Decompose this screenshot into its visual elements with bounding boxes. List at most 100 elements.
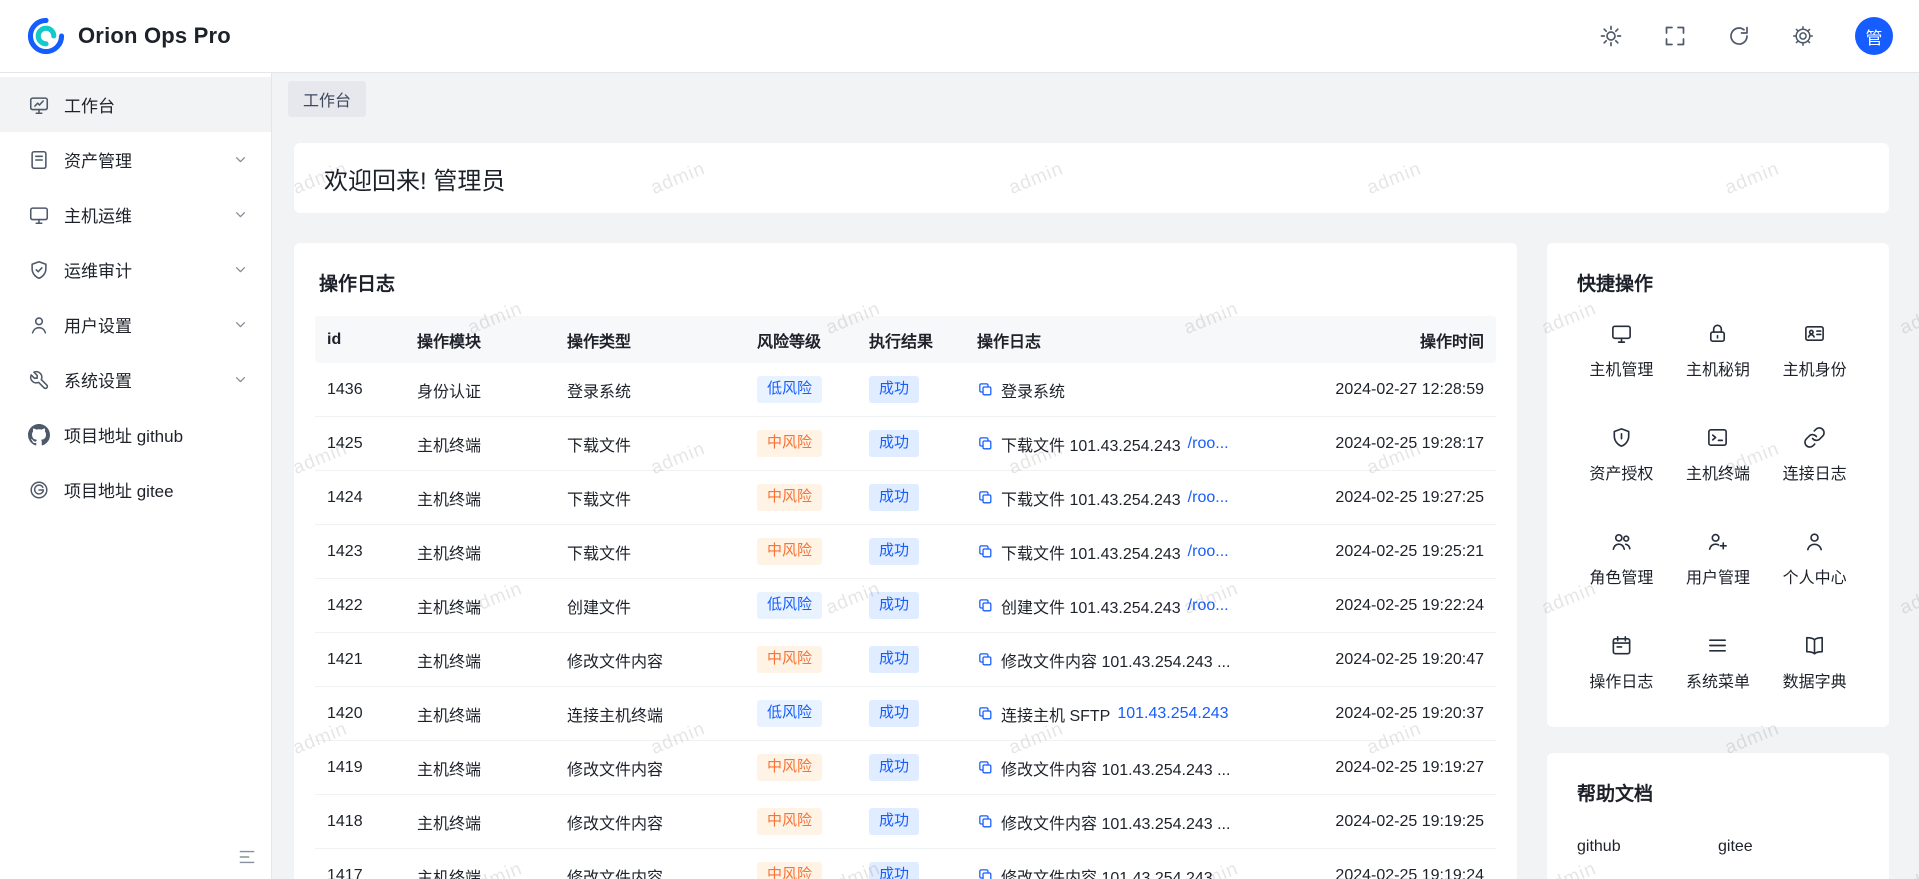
right-column: 快捷操作 主机管理 主机秘钥 bbox=[1547, 243, 1889, 879]
cell-module: 主机终端 bbox=[405, 810, 555, 834]
quick-action-icon bbox=[1706, 322, 1729, 345]
quick-action[interactable]: 操作日志 bbox=[1573, 634, 1670, 692]
log-text: 创建文件 101.43.254.243 bbox=[1001, 594, 1181, 618]
quick-action[interactable]: 主机秘钥 bbox=[1670, 322, 1767, 380]
log-link[interactable]: 101.43.254.243 bbox=[1117, 705, 1228, 723]
cell-log: 修改文件内容 101.43.254.243 ... bbox=[965, 864, 1315, 879]
cell-result: 成功 bbox=[857, 484, 965, 511]
table-row: 1420 主机终端 连接主机终端 低风险 成功 连接主机 SFTP 101.43… bbox=[315, 687, 1496, 741]
log-link[interactable]: /roo... bbox=[1188, 543, 1229, 561]
quick-action-label: 数据字典 bbox=[1783, 668, 1847, 692]
quick-action[interactable]: 连接日志 bbox=[1766, 426, 1863, 484]
cell-type: 下载文件 bbox=[555, 540, 745, 564]
sidebar-item-label: 运维审计 bbox=[64, 257, 218, 282]
sidebar-collapse-icon[interactable] bbox=[237, 847, 257, 867]
copy-icon[interactable] bbox=[977, 651, 994, 668]
log-link[interactable]: /roo... bbox=[1188, 597, 1229, 615]
quick-action[interactable]: 主机终端 bbox=[1670, 426, 1767, 484]
quick-action-label: 主机身份 bbox=[1783, 356, 1847, 380]
app-logo-icon bbox=[26, 16, 66, 56]
table-row: 1419 主机终端 修改文件内容 中风险 成功 修改文件内容 101.43.25… bbox=[315, 741, 1496, 795]
quick-action-icon bbox=[1610, 322, 1633, 345]
quick-action[interactable]: 系统菜单 bbox=[1670, 634, 1767, 692]
operation-log-card: 操作日志 id 操作模块 操作类型 风险等级 执行结果 操作日志 操作时间 14… bbox=[294, 243, 1517, 879]
quick-action[interactable]: 个人中心 bbox=[1766, 530, 1863, 588]
quick-action-icon bbox=[1706, 530, 1729, 553]
quick-action[interactable]: 主机身份 bbox=[1766, 322, 1863, 380]
help-link[interactable]: github bbox=[1577, 838, 1718, 856]
log-link[interactable]: /roo... bbox=[1188, 489, 1229, 507]
quick-action-label: 主机管理 bbox=[1589, 356, 1653, 380]
log-link[interactable]: /roo... bbox=[1188, 435, 1229, 453]
refresh-icon[interactable] bbox=[1727, 24, 1751, 48]
result-badge: 成功 bbox=[869, 592, 919, 619]
copy-icon[interactable] bbox=[977, 489, 994, 506]
cell-risk: 中风险 bbox=[745, 484, 857, 511]
quick-action[interactable]: 资产授权 bbox=[1573, 426, 1670, 484]
cell-log: 创建文件 101.43.254.243 /roo... bbox=[965, 594, 1315, 618]
log-text: 连接主机 SFTP bbox=[1001, 702, 1110, 726]
quick-action[interactable]: 角色管理 bbox=[1573, 530, 1670, 588]
cell-module: 主机终端 bbox=[405, 540, 555, 564]
sidebar-item[interactable]: 主机运维 bbox=[0, 187, 271, 242]
sidebar-item[interactable]: 项目地址 github bbox=[0, 407, 271, 462]
cell-risk: 中风险 bbox=[745, 430, 857, 457]
copy-icon[interactable] bbox=[977, 435, 994, 452]
col-log: 操作日志 bbox=[965, 328, 1315, 352]
cell-log: 下载文件 101.43.254.243 /roo... bbox=[965, 486, 1315, 510]
copy-icon[interactable] bbox=[977, 813, 994, 830]
col-risk: 风险等级 bbox=[745, 328, 857, 352]
sidebar-item[interactable]: 用户设置 bbox=[0, 297, 271, 352]
table-row: 1423 主机终端 下载文件 中风险 成功 下载文件 101.43.254.24… bbox=[315, 525, 1496, 579]
table-header: id 操作模块 操作类型 风险等级 执行结果 操作日志 操作时间 bbox=[315, 316, 1496, 363]
cell-result: 成功 bbox=[857, 592, 965, 619]
chevron-down-icon bbox=[232, 316, 249, 333]
result-badge: 成功 bbox=[869, 754, 919, 781]
copy-icon[interactable] bbox=[977, 705, 994, 722]
cell-time: 2024-02-25 19:20:37 bbox=[1315, 705, 1496, 723]
quick-action-label: 操作日志 bbox=[1589, 668, 1653, 692]
sidebar-item[interactable]: 系统设置 bbox=[0, 352, 271, 407]
sidebar-item-label: 项目地址 github bbox=[64, 422, 218, 447]
cell-id: 1419 bbox=[315, 759, 405, 777]
sidebar-item[interactable]: 资产管理 bbox=[0, 132, 271, 187]
cell-time: 2024-02-25 19:19:27 bbox=[1315, 759, 1496, 777]
cell-id: 1421 bbox=[315, 651, 405, 669]
help-link[interactable]: gitee bbox=[1718, 838, 1859, 856]
copy-icon[interactable] bbox=[977, 381, 994, 398]
cell-type: 修改文件内容 bbox=[555, 864, 745, 879]
quick-action-icon bbox=[1706, 634, 1729, 657]
avatar[interactable]: 管 bbox=[1855, 17, 1893, 55]
log-text: 登录系统 bbox=[1001, 378, 1065, 402]
quick-action-icon bbox=[1610, 634, 1633, 657]
cell-result: 成功 bbox=[857, 538, 965, 565]
quick-action[interactable]: 数据字典 bbox=[1766, 634, 1863, 692]
quick-action[interactable]: 主机管理 bbox=[1573, 322, 1670, 380]
quick-action-icon bbox=[1803, 634, 1826, 657]
cell-risk: 中风险 bbox=[745, 754, 857, 781]
risk-badge: 中风险 bbox=[757, 862, 822, 879]
sidebar-item[interactable]: 工作台 bbox=[0, 77, 271, 132]
cell-type: 连接主机终端 bbox=[555, 702, 745, 726]
sidebar-item[interactable]: 运维审计 bbox=[0, 242, 271, 297]
settings-gear-icon[interactable] bbox=[1791, 24, 1815, 48]
main-area: 工作台 欢迎回来! 管理员 操作日志 id 操作模块 操作类型 风险等级 执行结… bbox=[272, 73, 1919, 879]
sidebar-item-icon bbox=[28, 259, 50, 281]
sidebar: 工作台 资产管理 主机运维 运维审计 用 bbox=[0, 73, 272, 879]
sidebar-item-label: 用户设置 bbox=[64, 312, 218, 337]
copy-icon[interactable] bbox=[977, 543, 994, 560]
quick-action[interactable]: 用户管理 bbox=[1670, 530, 1767, 588]
copy-icon[interactable] bbox=[977, 759, 994, 776]
log-text: 修改文件内容 101.43.254.243 ... bbox=[1001, 756, 1230, 780]
theme-toggle-icon[interactable] bbox=[1599, 24, 1623, 48]
breadcrumb-tab-workbench[interactable]: 工作台 bbox=[288, 81, 366, 117]
cell-time: 2024-02-27 12:28:59 bbox=[1315, 381, 1496, 399]
cell-module: 主机终端 bbox=[405, 648, 555, 672]
copy-icon[interactable] bbox=[977, 597, 994, 614]
sidebar-item[interactable]: 项目地址 gitee bbox=[0, 462, 271, 517]
copy-icon[interactable] bbox=[977, 867, 994, 879]
cell-id: 1418 bbox=[315, 813, 405, 831]
fullscreen-icon[interactable] bbox=[1663, 24, 1687, 48]
quick-action-icon bbox=[1706, 426, 1729, 449]
log-card-title: 操作日志 bbox=[315, 269, 1496, 296]
